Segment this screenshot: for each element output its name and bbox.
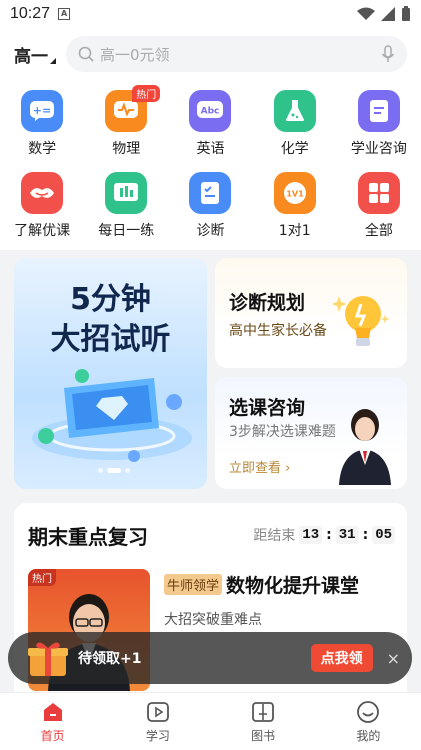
grade-label: 高一 [14,46,48,67]
youke-icon [21,172,64,214]
math-icon: += [21,90,64,132]
battery-icon [402,6,410,21]
advisor-illustration [339,409,391,485]
tab-home[interactable]: 首页 [0,693,105,750]
play-icon [146,701,169,722]
category-youke[interactable]: 了解优课 [0,172,84,240]
card-title: 诊断规划 [229,292,306,314]
category-label: 学业咨询 [350,141,407,157]
tab-me[interactable]: 我的 [316,693,421,750]
section-title: 期末重点复习 [28,525,148,549]
svg-text:1V1: 1V1 [286,190,304,199]
category-consult[interactable]: 学业咨询 [337,90,421,158]
status-time: 10:27 [10,5,51,22]
notification-icon: A [58,8,71,20]
reward-floating-bar[interactable]: 待领取+1 点我领 × [8,632,412,684]
search-icon [78,46,94,62]
category-label: 了解优课 [14,223,71,239]
diagnosis-icon [189,172,232,214]
category-physics[interactable]: 热门 物理 [84,85,168,158]
svg-text:+=: += [33,104,51,117]
card-subtitle: 高中生家长必备 [229,323,327,339]
category-label: 英语 [196,141,225,157]
category-one-on-one[interactable]: 1V1 1对1 [253,172,337,240]
header: 高一 高一0元领 [0,34,421,74]
tab-label: 学习 [145,728,170,743]
category-label: 诊断 [196,223,225,239]
category-daily-practice[interactable]: 每日一练 [84,172,168,240]
profile-icon [357,700,380,723]
claim-button[interactable]: 点我领 [310,644,373,672]
tab-label: 图书 [251,728,276,743]
book-icon [252,701,275,722]
category-chemistry[interactable]: 化学 [253,90,337,158]
microphone-icon[interactable] [381,45,395,63]
close-icon[interactable]: × [387,649,400,668]
category-label: 化学 [280,141,309,157]
category-label: 数学 [28,141,57,157]
one-on-one-icon: 1V1 [273,172,316,214]
course-title-row[interactable]: 牛师领学 数物化提升课堂 [164,571,359,598]
diagnosis-plan-card[interactable]: 诊断规划 高中生家长必备 [215,258,407,368]
banner-subtitle: 大招试听 [50,322,171,357]
card-subtitle: 3步解决选课难题 [229,424,336,440]
promo-banner[interactable]: 5分钟 大招试听 [14,258,207,489]
svg-text:Abc: Abc [201,107,220,117]
daily-practice-icon [105,172,148,214]
course-name: 数物化提升课堂 [226,575,360,597]
course-subtitle: 大招突破重难点 [164,612,262,628]
view-now-link[interactable]: 立即查看 › [229,457,290,476]
tab-books[interactable]: 图书 [211,693,316,750]
countdown-hours: 13 [299,526,323,544]
pending-reward-text: 待领取+1 [78,651,142,667]
english-icon: Abc [189,90,232,132]
category-label: 1对1 [278,223,311,239]
countdown-timer: 距结束 13 : 31 : 05 [253,525,395,545]
signal-icon [381,7,395,21]
bottom-tab-bar: 首页 学习 图书 我的 [0,692,421,750]
all-icon [357,172,400,214]
category-diagnosis[interactable]: 诊断 [168,172,252,240]
countdown-seconds: 05 [372,526,395,544]
category-label: 每日一练 [98,223,155,239]
tab-study[interactable]: 学习 [105,693,210,750]
card-title: 选课咨询 [229,397,306,419]
dropdown-triangle-icon [50,57,56,64]
course-consult-card[interactable]: 选课咨询 3步解决选课难题 立即查看 › [215,377,407,489]
category-all[interactable]: 全部 [337,172,421,240]
diamond-screen-illustration [32,369,192,462]
chemistry-icon [273,90,316,132]
grade-selector[interactable]: 高一 [14,42,66,67]
carousel-dots [98,468,130,473]
banner-title: 5分钟 [70,282,151,317]
category-grid: += 数学 热门 物理 Abc 英语 化学 学业咨询 了解优课 每日一练 诊断 … [0,85,421,240]
category-english[interactable]: Abc 英语 [168,90,252,158]
tab-label: 我的 [356,728,381,743]
wifi-icon [357,7,375,20]
home-icon [43,702,62,721]
countdown-minutes: 31 [335,526,359,544]
hot-badge: 热门 [132,85,161,102]
consult-icon [357,90,400,132]
tab-label: 首页 [40,728,65,743]
lightbulb-icon [333,296,390,346]
search-bar[interactable]: 高一0元领 [66,36,407,72]
category-math[interactable]: += 数学 [0,90,84,158]
countdown-label: 距结束 [253,528,296,544]
gift-box-icon [28,642,68,676]
category-label: 物理 [112,141,141,157]
category-label: 全部 [364,223,393,239]
search-placeholder: 高一0元领 [100,45,170,64]
status-bar: 10:27 A [0,0,421,28]
course-tag: 牛师领学 [164,574,223,595]
